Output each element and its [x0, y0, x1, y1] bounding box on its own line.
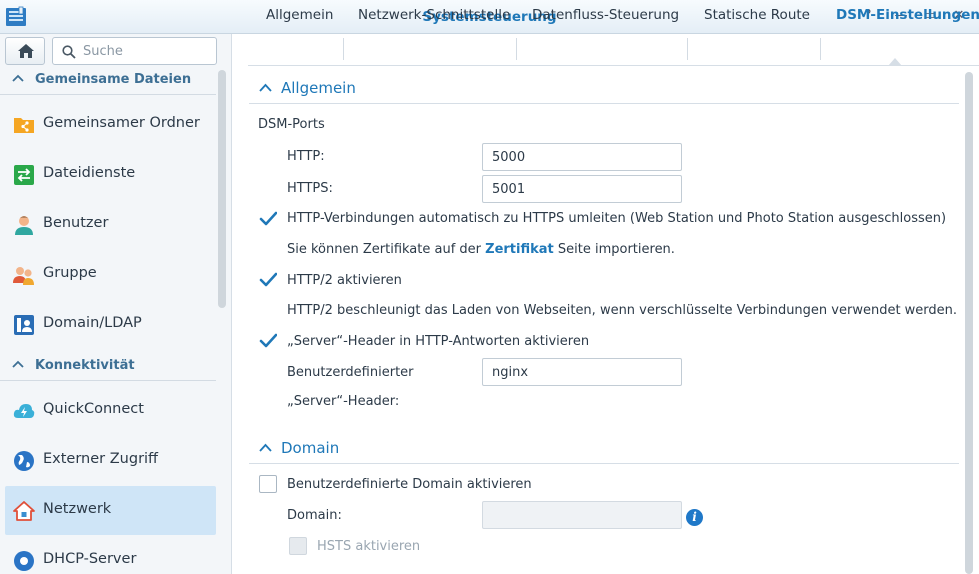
custom-domain-checkbox[interactable]	[259, 475, 277, 493]
section-shared-files[interactable]: Gemeinsame Dateien	[0, 65, 216, 95]
redirect-https-label[interactable]: HTTP-Verbindungen automatisch zu HTTPS u…	[287, 211, 946, 226]
custom-server-header-label: Benutzerdefinierter	[287, 365, 414, 380]
sidebar-item-label: QuickConnect	[43, 401, 144, 417]
sidebar-item-dhcp-server[interactable]: DHCP-Server	[5, 536, 216, 574]
domain-label: Domain:	[287, 508, 342, 523]
tab-divider	[687, 38, 688, 60]
section-label: Konnektivität	[35, 358, 135, 373]
globe-icon	[14, 451, 34, 471]
certificate-hint: Sie können Zertifikate auf der Zertifika…	[287, 242, 675, 257]
search-box[interactable]	[52, 37, 217, 65]
http2-description: HTTP/2 beschleunigt das Laden von Websei…	[287, 303, 958, 318]
shared-folder-icon	[14, 118, 34, 133]
custom-domain-label[interactable]: Benutzerdefinierte Domain aktivieren	[287, 477, 532, 492]
tab-dsm-settings[interactable]: DSM-Einstellungen	[836, 0, 979, 31]
hsts-checkbox[interactable]	[289, 537, 307, 555]
http-port-label: HTTP:	[287, 149, 325, 164]
tab-divider	[343, 38, 344, 60]
sidebar-item-label: Domain/LDAP	[43, 315, 142, 331]
network-house-icon	[13, 501, 35, 521]
sidebar-item-label: DHCP-Server	[43, 551, 137, 567]
chevron-up-icon	[259, 83, 272, 92]
sidebar-item-user[interactable]: Benutzer	[5, 200, 216, 249]
chevron-up-icon	[12, 360, 24, 368]
redirect-https-checkbox[interactable]	[259, 210, 277, 228]
group-title: Domain	[281, 439, 340, 457]
sidebar-item-label: Gemeinsamer Ordner	[43, 115, 200, 131]
chevron-up-icon	[259, 443, 272, 452]
sidebar-item-group[interactable]: Gruppe	[5, 250, 216, 299]
tab-divider	[820, 38, 821, 60]
sidebar-item-label: Gruppe	[43, 265, 97, 281]
tab-divider	[516, 38, 517, 60]
dhcp-server-icon	[14, 551, 34, 571]
info-icon[interactable]: i	[686, 509, 703, 526]
sidebar-item-file-services[interactable]: Dateidienste	[5, 150, 216, 199]
tab-traffic-control[interactable]: Datenfluss-Steuerung	[532, 0, 679, 31]
sidebar-item-label: Dateidienste	[43, 165, 136, 181]
user-icon	[15, 216, 33, 235]
tab-bar-border	[248, 65, 979, 66]
tab-general[interactable]: Allgemein	[266, 0, 333, 31]
home-icon	[18, 44, 34, 58]
sidebar-item-shared-folder[interactable]: Gemeinsamer Ordner	[5, 100, 216, 149]
hsts-label[interactable]: HSTS aktivieren	[317, 539, 420, 554]
group-icon	[13, 267, 34, 285]
sidebar-item-label: Benutzer	[43, 215, 109, 231]
custom-server-header-input[interactable]	[482, 358, 682, 386]
file-services-icon	[14, 165, 34, 185]
group-title: Allgemein	[281, 79, 356, 97]
sidebar-item-quickconnect[interactable]: QuickConnect	[5, 386, 216, 435]
sidebar-item-label: Externer Zugriff	[43, 451, 159, 467]
http2-checkbox[interactable]	[259, 271, 277, 289]
tab-network-interface[interactable]: Netzwerk-Schnittstelle	[358, 0, 510, 31]
group-general-header[interactable]: Allgemein	[249, 73, 959, 104]
sidebar-scrollbar[interactable]	[218, 70, 226, 308]
sidebar-item-domain-ldap[interactable]: Domain/LDAP	[5, 300, 216, 349]
sidebar-item-network[interactable]: Netzwerk	[5, 486, 216, 535]
server-header-label[interactable]: „Server“-Header in HTTP-Antworten aktivi…	[287, 334, 589, 349]
sidebar: Gemeinsame Dateien Gemeinsamer Ordner Da…	[0, 34, 232, 574]
certificate-hint-after: Seite importieren.	[553, 242, 675, 257]
sidebar-item-external-access[interactable]: Externer Zugriff	[5, 436, 216, 485]
https-port-label: HTTPS:	[287, 181, 333, 196]
domain-input[interactable]	[482, 501, 682, 529]
custom-server-header-label-2: „Server“-Header:	[287, 394, 400, 409]
home-button[interactable]	[5, 37, 45, 65]
search-input[interactable]	[83, 42, 211, 60]
server-header-checkbox[interactable]	[259, 332, 277, 350]
http-port-input[interactable]	[482, 143, 682, 171]
group-domain-header[interactable]: Domain	[249, 433, 959, 464]
domain-ldap-icon	[14, 315, 34, 335]
section-connectivity[interactable]: Konnektivität	[0, 351, 216, 381]
https-port-input[interactable]	[482, 175, 682, 203]
section-label: Gemeinsame Dateien	[35, 72, 192, 87]
http2-label[interactable]: HTTP/2 aktivieren	[287, 273, 402, 288]
tab-static-route[interactable]: Statische Route	[704, 0, 810, 31]
certificate-hint-before: Sie können Zertifikate auf der	[287, 242, 486, 257]
active-tab-pointer	[888, 58, 902, 66]
search-icon	[62, 45, 76, 59]
chevron-up-icon	[12, 74, 24, 82]
sidebar-item-label: Netzwerk	[43, 501, 112, 517]
dsm-ports-label: DSM-Ports	[258, 117, 325, 132]
content-scrollbar[interactable]	[965, 72, 973, 574]
quickconnect-icon	[13, 404, 35, 418]
certificate-link[interactable]: Zertifikat	[485, 242, 554, 257]
